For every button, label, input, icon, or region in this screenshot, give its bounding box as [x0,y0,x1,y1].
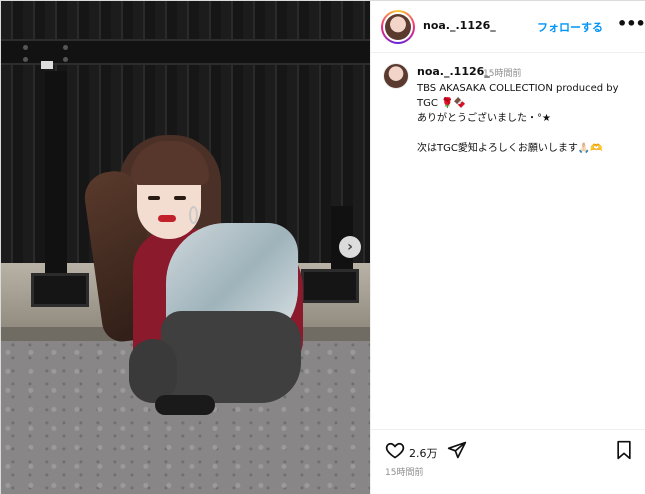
leg [129,339,177,403]
caption-username[interactable]: noa._.1126_ [417,65,490,78]
follow-button[interactable]: フォローする [537,19,603,35]
fence-rail [1,39,370,65]
like-count[interactable]: 2.6万 [409,445,438,461]
left-post [45,71,67,301]
post-actions: 2.6万 [371,429,645,469]
caption-avatar[interactable] [383,63,409,89]
chevron-right-icon: › [347,239,353,255]
post-photo[interactable]: › [1,1,370,494]
earring [189,206,198,224]
caption-text: TBS AKASAKA COLLECTION produced by TGC 🌹… [417,83,619,154]
caption-timestamp[interactable]: 15時間前 [483,66,521,79]
skirt [161,311,301,403]
fence-tag [41,61,53,69]
send-icon[interactable] [447,440,467,464]
lips [158,215,176,222]
more-options-icon[interactable]: ••• [617,14,645,33]
post-header: noa._.1126_ フォローする ••• [371,1,645,53]
bookmark-icon[interactable] [615,440,633,464]
header-username[interactable]: noa._.1126_ [423,19,496,32]
post-timestamp[interactable]: 15時間前 [385,465,423,478]
right-post-base [301,269,359,303]
instagram-post-embed: › noa._.1126_ フォローする ••• noa._.1126_ 15時… [0,0,645,494]
profile-avatar[interactable] [381,10,415,44]
heart-icon[interactable] [385,440,405,464]
left-post-base [31,273,89,307]
next-photo-button[interactable]: › [339,236,361,258]
post-side-panel: noa._.1126_ フォローする ••• noa._.1126_ 15時間前… [370,1,645,494]
shoe [155,395,215,415]
